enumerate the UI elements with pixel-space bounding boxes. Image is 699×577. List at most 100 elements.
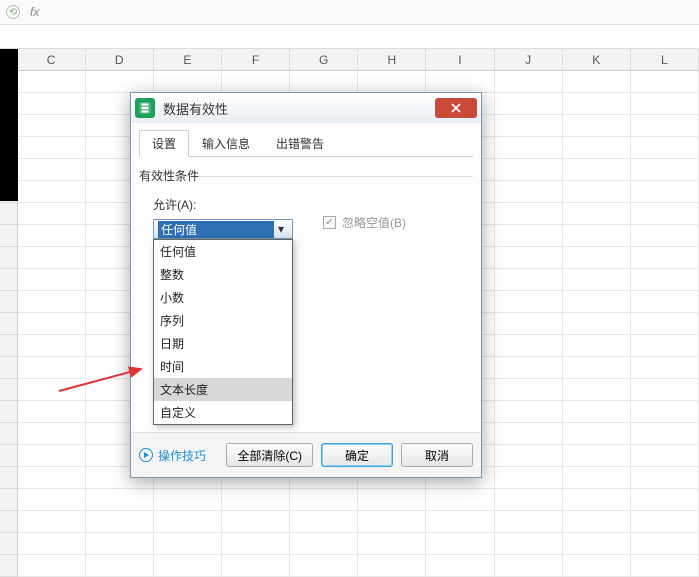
cell[interactable]: [290, 533, 358, 555]
cell[interactable]: [631, 269, 699, 291]
cell[interactable]: [18, 335, 86, 357]
cell[interactable]: [86, 71, 154, 93]
row-header[interactable]: [0, 379, 18, 401]
formula-bar[interactable]: [0, 25, 699, 49]
column-header[interactable]: L: [631, 49, 699, 70]
tab-input-message[interactable]: 输入信息: [189, 130, 263, 157]
cell[interactable]: [495, 445, 563, 467]
cell[interactable]: [154, 489, 222, 511]
cell[interactable]: [86, 555, 154, 577]
cell[interactable]: [631, 357, 699, 379]
cancel-button[interactable]: 取消: [401, 443, 473, 467]
cell[interactable]: [631, 467, 699, 489]
cell[interactable]: [495, 225, 563, 247]
cell[interactable]: [495, 357, 563, 379]
cell[interactable]: [18, 489, 86, 511]
cell[interactable]: [86, 533, 154, 555]
ignore-blank-checkbox[interactable]: ✓: [323, 216, 336, 229]
column-header[interactable]: C: [18, 49, 86, 70]
cell[interactable]: [631, 445, 699, 467]
cell[interactable]: [495, 511, 563, 533]
cell[interactable]: [631, 247, 699, 269]
allow-select-button[interactable]: 任何值 ▾: [153, 219, 293, 239]
cell[interactable]: [495, 181, 563, 203]
cell[interactable]: [563, 401, 631, 423]
cell[interactable]: [18, 71, 86, 93]
cell[interactable]: [563, 379, 631, 401]
cell[interactable]: [563, 203, 631, 225]
cell[interactable]: [222, 489, 290, 511]
cell[interactable]: [495, 115, 563, 137]
row-header[interactable]: [0, 269, 18, 291]
tab-settings[interactable]: 设置: [139, 130, 189, 157]
cell[interactable]: [495, 489, 563, 511]
allow-option[interactable]: 小数: [154, 286, 292, 309]
cell[interactable]: [495, 203, 563, 225]
cell[interactable]: [495, 269, 563, 291]
cell[interactable]: [18, 93, 86, 115]
cell[interactable]: [563, 445, 631, 467]
cell[interactable]: [18, 533, 86, 555]
cell[interactable]: [563, 115, 631, 137]
cell[interactable]: [563, 137, 631, 159]
ok-button[interactable]: 确定: [321, 443, 393, 467]
column-header[interactable]: I: [426, 49, 494, 70]
cell[interactable]: [631, 555, 699, 577]
row-header[interactable]: [0, 335, 18, 357]
cell[interactable]: [290, 71, 358, 93]
cell[interactable]: [631, 401, 699, 423]
cell[interactable]: [18, 247, 86, 269]
column-header[interactable]: F: [222, 49, 290, 70]
allow-option[interactable]: 序列: [154, 309, 292, 332]
cell[interactable]: [18, 357, 86, 379]
cell[interactable]: [18, 225, 86, 247]
cell[interactable]: [154, 511, 222, 533]
allow-option[interactable]: 时间: [154, 355, 292, 378]
cell[interactable]: [222, 533, 290, 555]
cell[interactable]: [495, 247, 563, 269]
row-header[interactable]: [0, 533, 18, 555]
cell[interactable]: [18, 181, 86, 203]
cell[interactable]: [631, 423, 699, 445]
allow-option[interactable]: 整数: [154, 263, 292, 286]
cell[interactable]: [563, 511, 631, 533]
cell[interactable]: [495, 71, 563, 93]
cell[interactable]: [631, 291, 699, 313]
row-header[interactable]: [0, 225, 18, 247]
cell[interactable]: [495, 467, 563, 489]
cell[interactable]: [631, 137, 699, 159]
cell[interactable]: [18, 401, 86, 423]
cell[interactable]: [18, 115, 86, 137]
cell[interactable]: [563, 467, 631, 489]
cell[interactable]: [18, 445, 86, 467]
cell[interactable]: [563, 357, 631, 379]
cell[interactable]: [86, 489, 154, 511]
row-header[interactable]: [0, 357, 18, 379]
cell[interactable]: [495, 423, 563, 445]
clear-all-button[interactable]: 全部清除(C): [226, 443, 313, 467]
cell[interactable]: [495, 555, 563, 577]
cell[interactable]: [563, 555, 631, 577]
column-header[interactable]: E: [154, 49, 222, 70]
cell[interactable]: [631, 489, 699, 511]
cell[interactable]: [426, 511, 494, 533]
cell[interactable]: [18, 511, 86, 533]
row-header[interactable]: [0, 555, 18, 577]
row-header[interactable]: [0, 401, 18, 423]
cell[interactable]: [154, 533, 222, 555]
cell[interactable]: [631, 379, 699, 401]
cell[interactable]: [426, 489, 494, 511]
cell[interactable]: [495, 401, 563, 423]
column-header[interactable]: D: [86, 49, 154, 70]
cell[interactable]: [631, 225, 699, 247]
cell[interactable]: [495, 291, 563, 313]
cell[interactable]: [563, 533, 631, 555]
cell[interactable]: [563, 489, 631, 511]
row-header[interactable]: [0, 247, 18, 269]
cell[interactable]: [290, 511, 358, 533]
cell[interactable]: [358, 555, 426, 577]
cell[interactable]: [18, 291, 86, 313]
cell[interactable]: [18, 203, 86, 225]
column-header[interactable]: K: [563, 49, 631, 70]
refresh-icon[interactable]: ⟲: [6, 5, 20, 19]
